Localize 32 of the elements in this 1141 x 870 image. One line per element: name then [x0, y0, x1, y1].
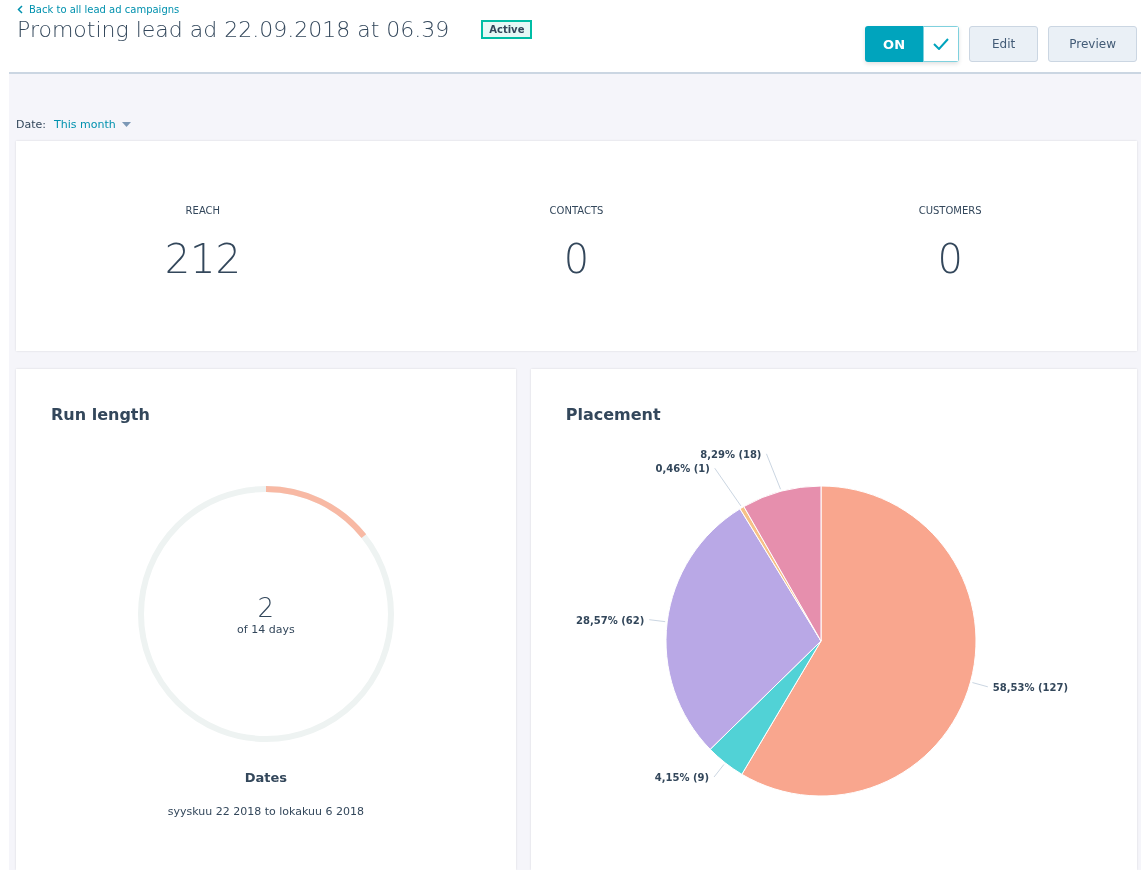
days-total: of 14 days	[237, 622, 295, 636]
check-icon	[933, 38, 950, 50]
slice-label: 4,15% (9)	[654, 772, 709, 783]
card-title: Placement	[565, 405, 662, 424]
slice-label: 28,57% (62)	[575, 614, 645, 626]
status-badge: Active	[481, 20, 533, 39]
leader-line	[713, 467, 742, 507]
dates-range: syyskuu 22 2018 to lokakuu 6 2018	[167, 805, 364, 818]
stat-value: 212	[164, 236, 241, 282]
stat-label: CUSTOMERS	[918, 205, 982, 216]
date-label: Date:	[16, 118, 46, 131]
page-title: Promoting lead ad 22.09.2018 at 06.39	[17, 17, 450, 42]
card-title: Run length	[51, 405, 151, 424]
leader-line	[648, 619, 666, 623]
dates-title: Dates	[244, 770, 288, 785]
leader-line	[713, 763, 725, 778]
stat-value: 0	[937, 236, 963, 282]
slice-label: 0,46% (1)	[655, 463, 710, 475]
edit-button[interactable]: Edit	[969, 26, 1039, 62]
leader-line	[765, 453, 781, 490]
leader-line	[971, 682, 989, 688]
date-dropdown[interactable]: This month	[54, 118, 131, 131]
stat-label: REACH	[185, 205, 221, 216]
stat-label: CONTACTS	[549, 205, 604, 216]
chevron-left-icon	[17, 5, 23, 14]
back-link[interactable]: Back to all lead ad campaigns	[17, 4, 533, 15]
caret-icon	[121, 122, 131, 127]
days-count: 2	[257, 592, 275, 623]
slice-label: 58,53% (127)	[992, 681, 1068, 693]
preview-button[interactable]: Preview	[1048, 26, 1137, 62]
slice-label: 8,29% (18)	[699, 448, 762, 460]
stat-value: 0	[563, 236, 590, 282]
